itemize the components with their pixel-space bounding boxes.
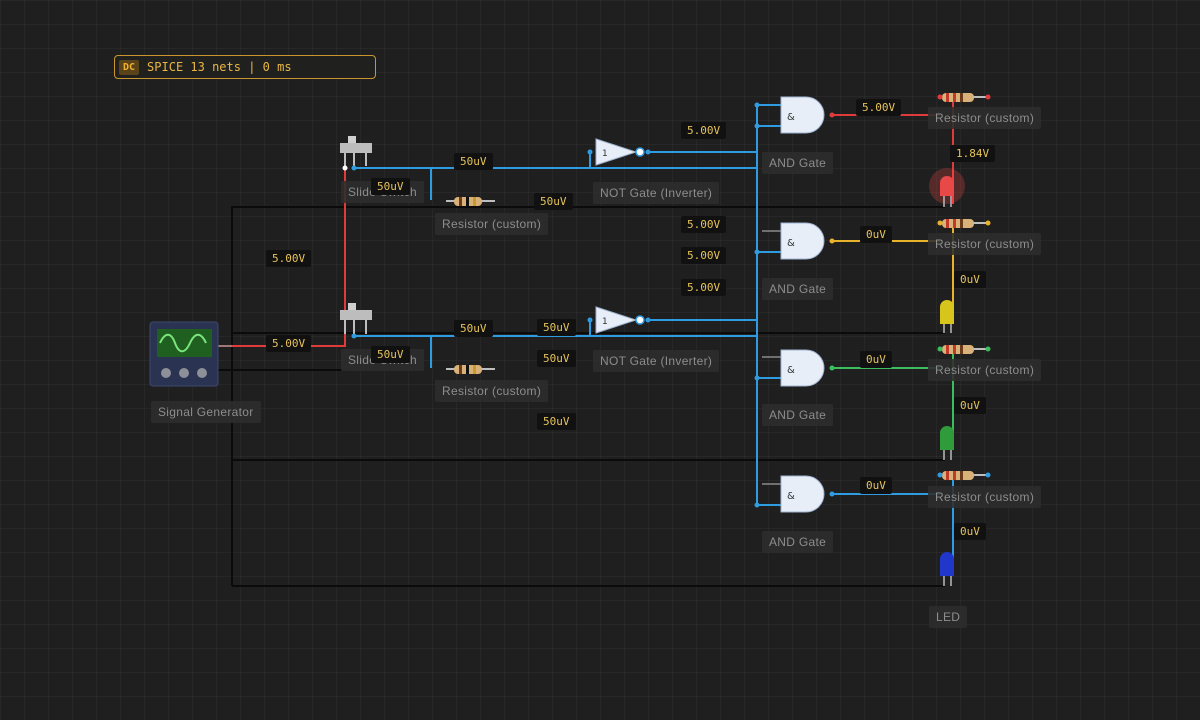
resistor-switch-2[interactable] (446, 365, 495, 374)
not-gate-symbol-1: 1 (602, 149, 608, 159)
dc-mode-badge: DC (119, 59, 140, 75)
voltage-sw1-a: 50uV (454, 153, 493, 170)
simulation-status-text: SPICE 13 nets | 0 ms (147, 60, 292, 74)
voltage-led-green: 0uV (954, 397, 986, 414)
resistor-out-3[interactable] (937, 345, 991, 354)
not-gate-symbol-2: 1 (602, 317, 608, 327)
voltage-wire-top: 50uV (534, 193, 573, 210)
voltage-and2-in-b: 5.00V (681, 247, 727, 264)
voltage-and2-out: 0uV (860, 226, 892, 243)
label-and-gate-1: AND Gate (762, 152, 834, 174)
resistor-out-1[interactable] (937, 93, 991, 102)
voltage-led-blue: 0uV (954, 523, 986, 540)
label-resistor-out-3: Resistor (custom) (928, 359, 1042, 381)
and-gate-symbol-1: & (787, 112, 795, 123)
led-yellow[interactable] (940, 300, 954, 333)
resistor-out-4[interactable] (937, 471, 991, 480)
label-not-gate-2: NOT Gate (Inverter) (593, 350, 720, 372)
slide-switch-1[interactable] (340, 136, 372, 171)
voltage-sw2-a: 50uV (454, 320, 493, 337)
signal-generator-device[interactable] (149, 321, 219, 387)
simulation-status-bar: DC SPICE 13 nets | 0 ms (114, 55, 376, 79)
voltage-wire-mid: 50uV (537, 350, 576, 367)
label-signal-generator: Signal Generator (151, 401, 261, 423)
led-blue[interactable] (940, 552, 954, 586)
voltage-sw2-b: 50uV (371, 346, 410, 363)
voltage-not2-in: 50uV (537, 319, 576, 336)
voltage-wire-low: 50uV (537, 413, 576, 430)
voltage-and3-out: 0uV (860, 351, 892, 368)
led-green[interactable] (940, 426, 954, 460)
label-resistor-out-2: Resistor (custom) (928, 233, 1042, 255)
label-not-gate-1: NOT Gate (Inverter) (593, 182, 720, 204)
label-resistor-switch-1: Resistor (custom) (435, 213, 549, 235)
and-gate-symbol-2: & (787, 238, 795, 249)
voltage-and1-out: 5.00V (856, 99, 902, 116)
and-gate-symbol-3: & (787, 365, 795, 376)
supply-wires (218, 99, 954, 347)
voltage-sw1-b: 50uV (371, 178, 410, 195)
label-and-gate-2: AND Gate (762, 278, 834, 300)
label-and-gate-4: AND Gate (762, 531, 834, 553)
voltage-and2-in-a: 5.00V (681, 216, 727, 233)
label-resistor-out-1: Resistor (custom) (928, 107, 1042, 129)
voltage-led-red: 1.84V (950, 145, 996, 162)
voltage-gen-out: 5.00V (266, 335, 312, 352)
resistor-out-2[interactable] (937, 219, 991, 228)
voltage-and4-out: 0uV (860, 477, 892, 494)
led-red[interactable] (929, 168, 965, 207)
label-and-gate-3: AND Gate (762, 404, 834, 426)
ground-wires (218, 206, 945, 587)
and-gate-symbol-4: & (787, 491, 795, 502)
label-resistor-out-4: Resistor (custom) (928, 486, 1042, 508)
voltage-and2-in-c: 5.00V (681, 279, 727, 296)
resistor-switch-1[interactable] (446, 197, 495, 206)
label-resistor-switch-2: Resistor (custom) (435, 380, 549, 402)
voltage-led-yellow: 0uV (954, 271, 986, 288)
not-gate-1[interactable] (587, 138, 651, 166)
not-gate-2[interactable] (587, 306, 651, 334)
voltage-src: 5.00V (266, 250, 312, 267)
label-led: LED (929, 606, 968, 628)
voltage-not1-out: 5.00V (681, 122, 727, 139)
